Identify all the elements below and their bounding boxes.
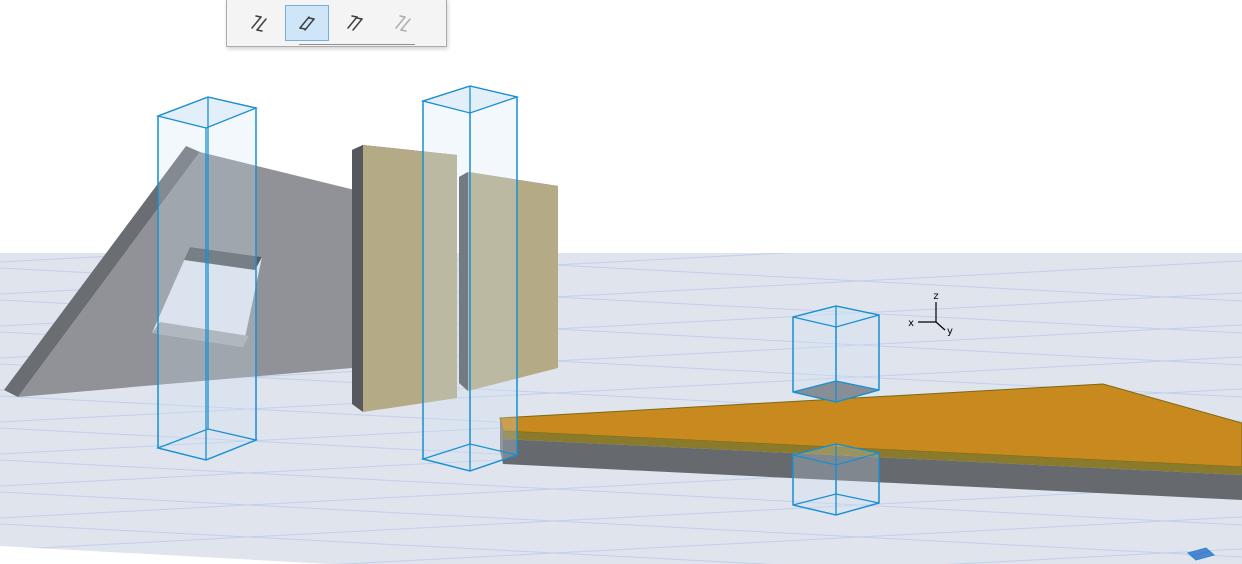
selection-box-1-body[interactable] [157,96,257,461]
wall-join-option-2-icon [299,16,315,31]
wall-join-option-2-button[interactable] [285,5,329,41]
wall-join-option-4-button[interactable] [381,5,425,41]
wall-join-option-1-icon [251,15,267,32]
selection-box-1[interactable] [155,96,259,461]
wall-join-option-3-button[interactable] [333,5,377,41]
toolbar-divider [299,44,415,45]
wall-join-option-3-icon [347,15,363,31]
axis-y-label: y [947,326,953,337]
selection-box-2[interactable] [420,85,520,472]
viewport-3d[interactable]: z x y [0,0,1242,564]
selection-box-3-upper[interactable] [792,305,880,403]
wall-join-option-1-button[interactable] [237,5,281,41]
tan-wall-1-side [352,145,363,412]
wall-join-option-4-icon [395,15,411,32]
application-window: z x y [0,0,1242,564]
axis-z-label: z [933,291,938,302]
axis-x-label: x [908,318,914,329]
floating-toolbar [226,0,447,47]
selection-box-3-lower[interactable] [792,443,880,516]
